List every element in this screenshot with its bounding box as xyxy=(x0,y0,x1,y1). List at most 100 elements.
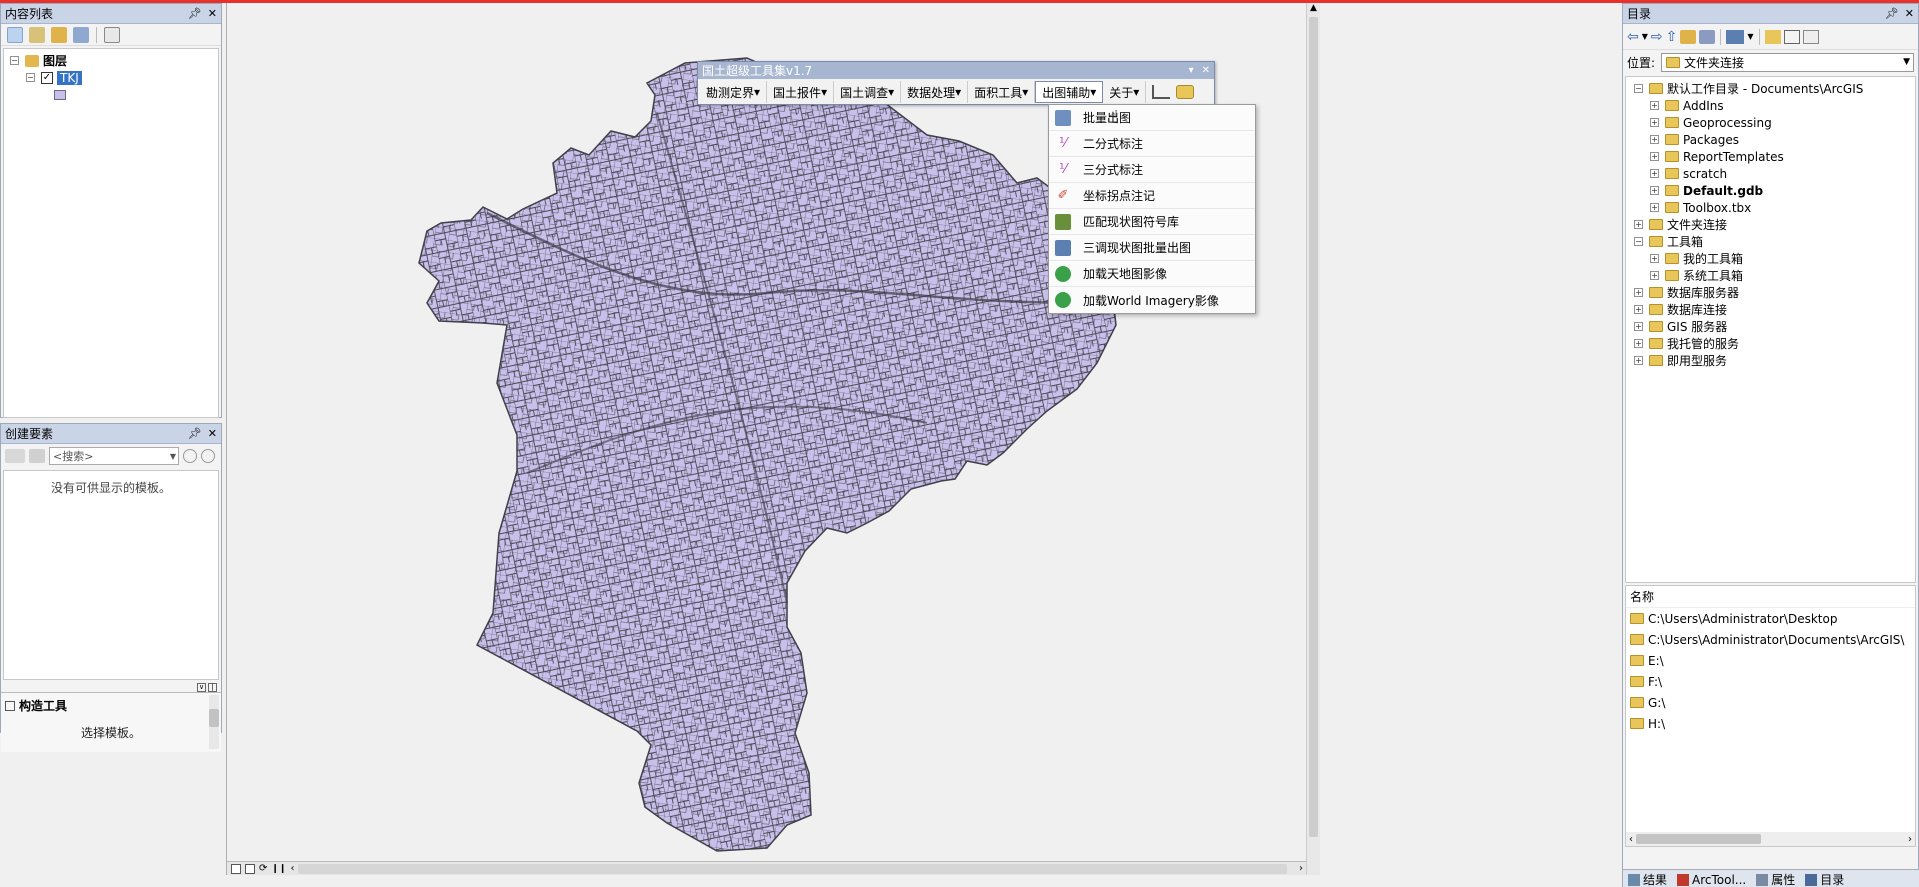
catalog-tree-item[interactable]: + ReportTemplates xyxy=(1634,148,1915,165)
list-by-source-icon[interactable] xyxy=(29,26,45,43)
horizontal-scrollbar[interactable] xyxy=(298,863,1287,874)
pin-icon[interactable]: 📌︎ xyxy=(188,427,202,440)
splitter[interactable]: ∨ | xyxy=(1,682,221,692)
expand-icon[interactable]: + xyxy=(1650,118,1659,127)
layer-visibility-checkbox[interactable]: ✓ xyxy=(41,71,53,84)
expand-icon[interactable]: + xyxy=(1650,101,1659,110)
expand-icon[interactable]: + xyxy=(1634,339,1643,348)
catalog-tree-item[interactable]: + scratch xyxy=(1634,165,1915,182)
expand-icon[interactable]: + xyxy=(1650,271,1659,280)
menu-about[interactable]: 关于 ▾ xyxy=(1103,81,1147,103)
menu-item-world-imagery[interactable]: 加载World Imagery影像 xyxy=(1049,287,1255,313)
catalog-tree-item[interactable]: + Toolbox.tbx xyxy=(1634,199,1915,216)
menu-item-batch-map[interactable]: 批量出图 xyxy=(1049,105,1255,131)
collapse-icon[interactable]: − xyxy=(1634,237,1643,246)
close-icon[interactable]: ✕ xyxy=(1905,7,1914,20)
catalog-tree-item[interactable]: + GIS 服务器 xyxy=(1634,318,1915,335)
expand-icon[interactable]: + xyxy=(1634,322,1643,331)
expand-icon[interactable]: + xyxy=(1650,186,1659,195)
scroll-right-icon[interactable]: › xyxy=(1299,863,1303,874)
menu-item-triple-label[interactable]: ⅟ 三分式标注 xyxy=(1049,157,1255,183)
expand-icon[interactable]: + xyxy=(1650,169,1659,178)
pin-icon[interactable]: 📌︎ xyxy=(188,7,202,20)
chevron-down-icon[interactable]: ▼ xyxy=(1642,32,1648,41)
close-icon[interactable]: ✕ xyxy=(208,7,217,20)
collapse-icon[interactable]: − xyxy=(10,56,19,65)
expand-icon[interactable]: + xyxy=(1634,288,1643,297)
catalog-tree-item[interactable]: + 文件夹连接 xyxy=(1634,216,1915,233)
map-vertical-scrollbar[interactable]: ▲ xyxy=(1306,3,1320,875)
refresh-icon[interactable]: ⟳ xyxy=(259,863,267,874)
catalog-tree-item[interactable]: + 我的工具箱 xyxy=(1634,250,1915,267)
back-icon[interactable]: ⇦ xyxy=(1627,29,1639,45)
template-search-input[interactable]: <搜索> ▼ xyxy=(49,447,179,465)
expand-icon[interactable]: ∨ xyxy=(197,682,206,692)
folder-connection-row[interactable]: F:\ xyxy=(1626,671,1915,692)
layout-view-icon[interactable] xyxy=(245,863,255,874)
menu-survey[interactable]: 勘测定界 ▾ xyxy=(700,81,768,103)
catalog-tree-item[interactable]: + 系统工具箱 xyxy=(1634,267,1915,284)
layers-root-row[interactable]: − 图层 xyxy=(10,52,218,69)
scroll-left-icon[interactable]: ‹ xyxy=(1626,834,1636,845)
chevron-down-icon[interactable]: ▼ xyxy=(1903,57,1913,67)
menu-land-report[interactable]: 国土报件 ▾ xyxy=(767,81,835,103)
folder-connection-row[interactable]: G:\ xyxy=(1626,692,1915,713)
data-view-icon[interactable] xyxy=(231,863,241,874)
catalog-tree-item[interactable]: + Default.gdb xyxy=(1634,182,1915,199)
name-column-header[interactable]: 名称 xyxy=(1626,586,1915,608)
menu-item-fraction-label[interactable]: ⅟ 二分式标注 xyxy=(1049,131,1255,157)
collapse-icon[interactable]: − xyxy=(26,73,35,82)
folder-connection-row[interactable]: C:\Users\Administrator\Documents\ArcGIS\ xyxy=(1626,629,1915,650)
menu-area-tools[interactable]: 面积工具 ▾ xyxy=(968,81,1036,103)
contents-hscrollbar[interactable]: ‹ › xyxy=(1626,832,1915,846)
tree-toggle-icon[interactable] xyxy=(1783,29,1800,44)
scroll-right-icon[interactable]: › xyxy=(1905,834,1915,845)
expand-icon[interactable]: + xyxy=(1634,305,1643,314)
collapse-icon[interactable]: − xyxy=(1634,84,1643,93)
pane-toggle-icon[interactable]: | xyxy=(208,682,217,692)
location-dropdown[interactable]: 文件夹连接 ▼ xyxy=(1661,52,1914,72)
catalog-tree-item[interactable]: − 工具箱 xyxy=(1634,233,1915,250)
clear-search-icon[interactable] xyxy=(201,449,215,463)
expand-icon[interactable]: + xyxy=(1650,135,1659,144)
catalog-tree-item[interactable]: + 数据库连接 xyxy=(1634,301,1915,318)
options-icon[interactable] xyxy=(1802,29,1819,44)
catalog-tree-item[interactable]: + 即用型服务 xyxy=(1634,352,1915,369)
folder-connection-row[interactable]: C:\Users\Administrator\Desktop xyxy=(1626,608,1915,629)
tab-arctoolbox[interactable]: ArcTool... xyxy=(1672,871,1751,887)
template-filter-icon[interactable] xyxy=(29,449,45,463)
menu-map-output[interactable]: 出图辅助 ▾ xyxy=(1035,81,1104,103)
toolbar-close-icon[interactable]: ✕ xyxy=(1202,65,1210,76)
menu-data-processing[interactable]: 数据处理 ▾ xyxy=(901,81,969,103)
menu-item-survey-batch[interactable]: 三调现状图批量出图 xyxy=(1049,235,1255,261)
up-icon[interactable]: ⇧ xyxy=(1666,29,1678,45)
catalog-tree-item[interactable]: − 默认工作目录 - Documents\ArcGIS xyxy=(1634,80,1915,97)
pin-icon[interactable]: 📌︎ xyxy=(1885,7,1899,20)
menu-item-coordinate-note[interactable]: ✐ 坐标拐点注记 xyxy=(1049,183,1255,209)
catalog-tree-item[interactable]: + AddIns xyxy=(1634,97,1915,114)
forward-icon[interactable]: ⇨ xyxy=(1651,29,1663,45)
pause-icon[interactable]: ❙❙ xyxy=(271,864,286,874)
home-icon[interactable] xyxy=(1680,29,1697,44)
measure-icon[interactable] xyxy=(1152,85,1171,99)
folder-connection-row[interactable]: H:\ xyxy=(1626,713,1915,734)
folder-connection-row[interactable]: E:\ xyxy=(1626,650,1915,671)
scroll-up-icon[interactable]: ▲ xyxy=(1307,3,1320,13)
options-icon[interactable] xyxy=(104,26,120,43)
tab-properties[interactable]: 属性 xyxy=(1751,871,1800,887)
list-by-selection-icon[interactable] xyxy=(73,26,89,43)
layer-name[interactable]: TKJ xyxy=(57,70,82,85)
list-by-drawing-order-icon[interactable] xyxy=(7,26,23,43)
vertical-scrollbar[interactable] xyxy=(209,695,219,749)
tab-catalog[interactable]: 目录 xyxy=(1800,871,1849,887)
expand-icon[interactable]: + xyxy=(1650,254,1659,263)
connect-folder-icon[interactable] xyxy=(1699,29,1716,44)
toolbar-titlebar[interactable]: 国土超级工具集v1.7 ▾ ✕ xyxy=(698,62,1214,79)
expand-icon[interactable]: + xyxy=(1650,152,1659,161)
layer-row[interactable]: − ✓ TKJ xyxy=(10,69,218,86)
catalog-tree-item[interactable]: + 我托管的服务 xyxy=(1634,335,1915,352)
expand-icon[interactable]: + xyxy=(1634,220,1643,229)
catalog-tree-item[interactable]: + Geoprocessing xyxy=(1634,114,1915,131)
scroll-left-icon[interactable]: ‹ xyxy=(290,863,294,874)
chevron-down-icon[interactable]: ▼ xyxy=(1747,32,1753,41)
